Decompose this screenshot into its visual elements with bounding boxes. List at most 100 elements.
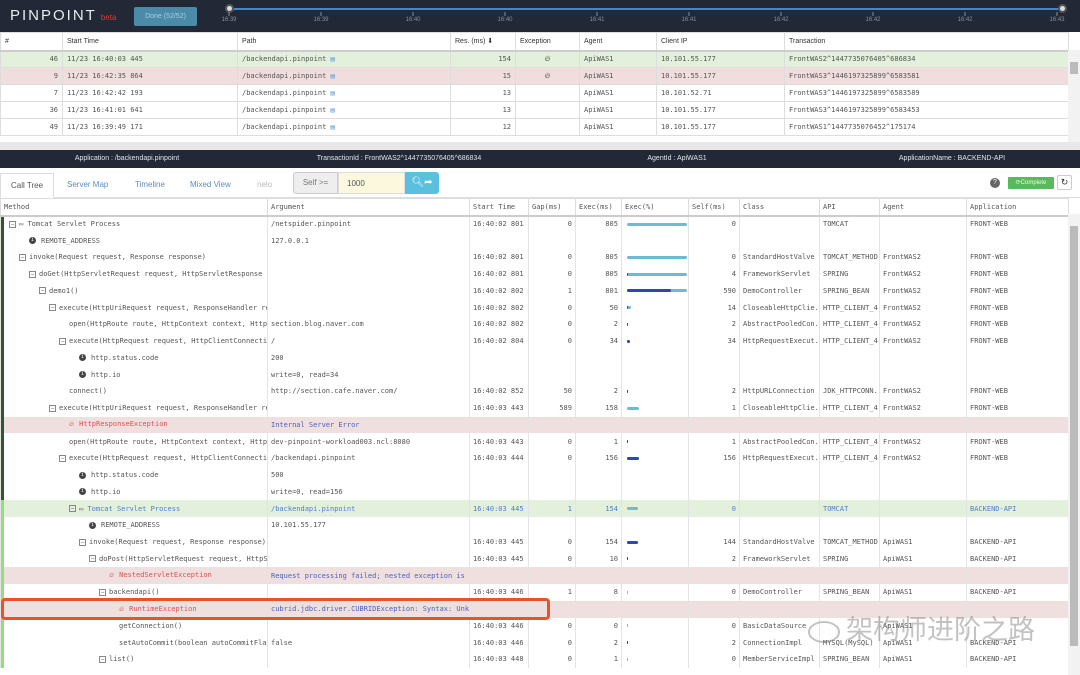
transaction-id[interactable]: FrontWAS2^1447735076405^686834 xyxy=(784,50,1069,68)
collapse-toggle-icon[interactable]: − xyxy=(59,454,66,462)
collapse-toggle-icon[interactable]: − xyxy=(9,220,16,228)
transaction-id[interactable]: FrontWAS3^1446197325899^6583589 xyxy=(784,84,1069,102)
exec-ms: 154 xyxy=(575,500,622,517)
call-tree-row[interactable]: − ▭ Tomcat Servlet Process/backendapi.pin… xyxy=(0,500,1069,517)
call-tree-row[interactable]: 🔥︎ NestedServletException Request processi… xyxy=(0,567,1069,584)
tab-timeline[interactable]: Timeline xyxy=(125,173,175,198)
path-text[interactable]: /backendapi.pinpoint xyxy=(242,123,326,131)
document-icon[interactable]: ▤ xyxy=(326,123,335,131)
column-header[interactable]: Agent xyxy=(579,32,657,52)
horizontal-scrollbar[interactable] xyxy=(0,142,1080,150)
help-icon[interactable]: ? xyxy=(990,178,1000,188)
column-header[interactable]: Self(ms) xyxy=(688,198,740,217)
transaction-id[interactable]: FrontWAS3^1446197325899^6583453 xyxy=(784,101,1069,119)
document-icon[interactable]: ▤ xyxy=(326,89,335,97)
collapse-toggle-icon[interactable]: − xyxy=(99,655,106,663)
method-name: Tomcat Servlet Process xyxy=(27,220,121,229)
column-header[interactable]: Class xyxy=(739,198,820,217)
transaction-row[interactable]: 46 11/23 16:40:03 445/backendapi.pinpoint… xyxy=(0,50,1069,68)
column-header[interactable]: Transaction xyxy=(784,32,1069,52)
tab-call-tree[interactable]: Call Tree xyxy=(0,173,55,198)
tab-nelo[interactable]: nelo xyxy=(247,173,282,198)
path-text[interactable]: /backendapi.pinpoint xyxy=(242,89,326,97)
call-tree-row[interactable]: − doGet(HttpServletRequest request, HttpS… xyxy=(0,265,1069,283)
call-tree-row[interactable]: − invoke(Request request, Response respon… xyxy=(0,533,1069,551)
method-name: execute(HttpUriRequest request, Response… xyxy=(59,404,268,413)
column-header[interactable]: Agent xyxy=(879,198,967,217)
method-wrap: i REMOTE_ADDRESS xyxy=(4,521,160,529)
call-tree-row[interactable]: − demo1() 16:40:02 802 1 801 590 DemoControlle… xyxy=(0,282,1069,300)
call-tree-row[interactable]: i http.status.code 500 xyxy=(0,466,1069,484)
call-tree-row[interactable]: − execute(HttpUriRequest request, Respons… xyxy=(0,299,1069,316)
path-text[interactable]: /backendapi.pinpoint xyxy=(242,106,326,114)
column-header[interactable]: Exec(%) xyxy=(621,198,689,217)
collapse-toggle-icon[interactable]: − xyxy=(69,505,76,513)
call-tree-row[interactable]: − doPost(HttpServletRequest request, Http… xyxy=(0,550,1069,568)
call-tree-row[interactable]: − ▭ Tomcat Servlet Process/netspider.pinp… xyxy=(0,215,1069,233)
collapse-toggle-icon[interactable]: − xyxy=(49,304,56,312)
collapse-toggle-icon[interactable]: − xyxy=(49,404,56,412)
call-tree-row[interactable]: − execute(HttpRequest request, HttpClient… xyxy=(0,450,1069,467)
column-header[interactable]: Exception xyxy=(515,32,580,52)
method-wrap: 🔥︎ HttpResponseException xyxy=(4,420,168,428)
document-icon[interactable]: ▤ xyxy=(326,55,335,63)
self-filter-input[interactable] xyxy=(338,172,405,194)
search-next-button[interactable]: 🔍︎➦ xyxy=(405,172,439,194)
column-header[interactable]: Gap(ms) xyxy=(528,198,576,217)
call-tree-row[interactable]: i http.status.code 200 xyxy=(0,349,1069,367)
path-text[interactable]: /backendapi.pinpoint xyxy=(242,55,326,63)
call-tree-row[interactable]: open(HttpRoute route, HttpContext contex… xyxy=(0,433,1069,450)
column-header[interactable]: Path xyxy=(237,32,451,52)
path-text[interactable]: /backendapi.pinpoint xyxy=(242,72,326,80)
document-icon[interactable]: ▤ xyxy=(326,106,335,114)
call-tree-row[interactable]: i REMOTE_ADDRESS 127.0.0.1 xyxy=(0,232,1069,249)
collapse-toggle-icon[interactable]: − xyxy=(99,588,106,596)
call-tree-row[interactable]: i REMOTE_ADDRESS 10.101.55.177 xyxy=(0,517,1069,534)
column-header[interactable]: Argument xyxy=(267,198,470,217)
collapse-toggle-icon[interactable]: − xyxy=(39,287,46,295)
call-tree-row[interactable]: open(HttpRoute route, HttpContext contex… xyxy=(0,316,1069,333)
column-header[interactable]: Start Time xyxy=(469,198,529,217)
column-header[interactable]: Client IP xyxy=(656,32,785,52)
column-header[interactable]: Method xyxy=(0,198,268,217)
call-tree-row[interactable]: − execute(HttpUriRequest request, Respons… xyxy=(0,399,1069,417)
collapse-toggle-icon[interactable]: − xyxy=(29,270,36,278)
transaction-row[interactable]: 49 11/23 16:39:49 171/backendapi.pinpoint… xyxy=(0,118,1069,136)
method-cell: i http.status.code xyxy=(0,349,268,367)
exec-ms xyxy=(575,567,622,584)
column-header[interactable]: API xyxy=(819,198,880,217)
collapse-toggle-icon[interactable]: − xyxy=(59,337,66,345)
transaction-scrollbar[interactable] xyxy=(1068,50,1080,142)
transaction-row[interactable]: 9 11/23 16:42:35 864/backendapi.pinpoint … xyxy=(0,67,1069,85)
tab-server-map[interactable]: Server Map xyxy=(57,173,118,198)
transaction-row[interactable]: 7 11/23 16:42:42 193/backendapi.pinpoint … xyxy=(0,84,1069,102)
transaction-id[interactable]: FrontWAS1^1447735076452^175174 xyxy=(784,118,1069,136)
application xyxy=(966,483,1069,501)
agent-color-marker xyxy=(1,349,4,367)
tab-mixed-view[interactable]: Mixed View xyxy=(180,173,241,198)
call-tree-row[interactable]: − list() 16:40:03 448 0 1 0 MemberServiceImpl S… xyxy=(0,651,1069,668)
gap-ms: 0 xyxy=(528,533,576,551)
call-tree-row[interactable]: − invoke(Request request, Response respon… xyxy=(0,249,1069,266)
transaction-id[interactable]: FrontWAS3^1446197325899^6583581 xyxy=(784,67,1069,85)
call-tree-scrollbar[interactable] xyxy=(1068,214,1080,675)
document-icon[interactable]: ▤ xyxy=(326,72,335,80)
call-tree-row[interactable]: i http.io write=0, read=34 xyxy=(0,366,1069,383)
timeline-slider[interactable] xyxy=(229,8,1063,10)
column-header[interactable]: Start Time xyxy=(62,32,238,52)
call-tree-row[interactable]: − execute(HttpRequest request, HttpClient… xyxy=(0,332,1069,350)
reload-button[interactable]: ↻ xyxy=(1057,175,1072,190)
call-tree-row[interactable]: 🔥︎ HttpResponseException Internal Server E… xyxy=(0,416,1069,434)
column-header[interactable]: Exec(ms) xyxy=(575,198,622,217)
transaction-row[interactable]: 36 11/23 16:41:01 641/backendapi.pinpoint… xyxy=(0,101,1069,119)
call-tree-row[interactable]: i http.io write=0, read=156 xyxy=(0,483,1069,501)
collapse-toggle-icon[interactable]: − xyxy=(89,555,96,563)
done-button[interactable]: Done (52/52) xyxy=(134,7,197,26)
column-header[interactable]: # xyxy=(0,32,63,52)
collapse-toggle-icon[interactable]: − xyxy=(79,538,86,546)
column-header[interactable]: Application xyxy=(966,198,1069,217)
pinpoint-logo[interactable]: PINPOINT beta xyxy=(10,7,116,24)
call-tree-row[interactable]: connect() http://section.cafe.naver.com/1… xyxy=(0,383,1069,400)
collapse-toggle-icon[interactable]: − xyxy=(19,253,26,261)
column-header[interactable]: Res. (ms) ⬇ xyxy=(450,32,516,52)
